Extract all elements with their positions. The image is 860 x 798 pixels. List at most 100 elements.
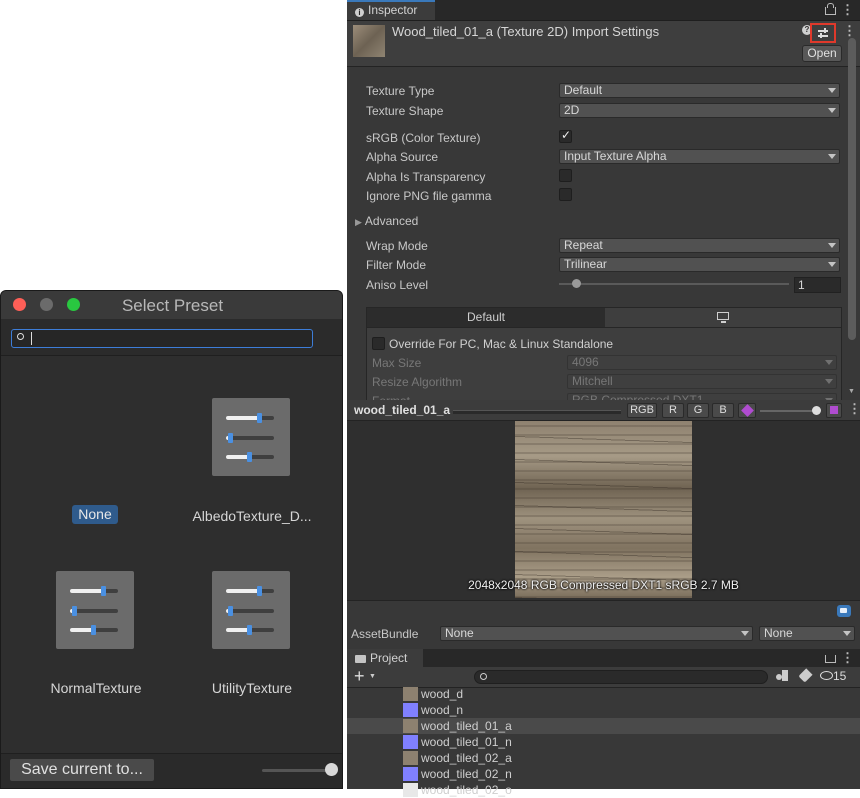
aniso-level-slider[interactable] [559,283,789,285]
texture-info: 2048x2048 RGB Compressed DXT1 sRGB 2.7 M… [468,578,739,592]
project-asset-row[interactable]: wood_tiled_02_o [347,782,860,798]
chevron-down-icon [828,262,836,267]
texture-type-dropdown[interactable]: Default [559,83,840,98]
texture-thumbnail-icon [403,783,418,797]
normal-map-thumbnail-icon [403,735,418,749]
checkmark-icon: ✓ [561,128,572,142]
preset-item-utility[interactable]: UtilityTexture [182,569,322,699]
project-asset-row[interactable]: wood_tiled_01_n [347,734,860,750]
texture-type-label: Texture Type [366,84,435,98]
preset-search-input[interactable] [11,329,313,348]
hidden-packages-toggle[interactable]: 15 [820,669,846,683]
label-tag-icon[interactable] [837,605,851,617]
tab-project[interactable]: Project [347,649,423,667]
preset-albedo-label: AlbedoTexture_D... [192,508,312,524]
create-plus-icon[interactable]: + [354,666,365,687]
header-menu-icon[interactable]: ⋮ [843,23,856,39]
mip-level-icon[interactable] [826,403,842,418]
lock-icon[interactable] [825,7,836,15]
icon-size-slider-knob[interactable] [325,763,338,776]
channel-g-button[interactable]: G [687,403,709,418]
project-search-input[interactable] [474,670,768,684]
chevron-down-icon [828,243,836,248]
project-asset-row[interactable]: wood_tiled_01_a [347,718,860,734]
filter-mode-dropdown[interactable]: Trilinear [559,257,840,272]
override-checkbox[interactable] [372,337,385,350]
alpha-source-dropdown[interactable]: Input Texture Alpha [559,149,840,164]
channel-rgb-button[interactable]: RGB [627,403,657,418]
alpha-is-transparency-label: Alpha Is Transparency [366,170,486,184]
normal-map-thumbnail-icon [403,767,418,781]
alpha-source-label: Alpha Source [366,150,439,164]
aniso-level-slider-knob[interactable] [572,279,581,288]
tab-default[interactable]: Default [367,308,605,327]
eye-slash-icon [820,671,833,680]
preset-item-none[interactable]: None [72,505,118,524]
mip-slider-knob[interactable] [812,406,821,415]
project-asset-row[interactable]: wood_tiled_02_n [347,766,860,782]
icon-size-slider[interactable] [262,769,330,772]
texture-shape-dropdown[interactable]: 2D [559,103,840,118]
kebab-menu-icon[interactable]: ⋮ [841,2,854,18]
scroll-down-icon[interactable]: ▼ [848,388,855,395]
preset-sliders-icon [56,571,134,649]
filter-by-label-icon[interactable] [798,668,813,683]
hidden-count: 15 [833,669,847,683]
tab-standalone[interactable] [605,308,841,327]
wrap-mode-value: Repeat [564,238,603,252]
texture-thumbnail-icon [403,719,418,733]
chevron-down-icon [741,631,749,636]
wrap-mode-label: Wrap Mode [366,239,428,253]
project-asset-name: wood_tiled_02_n [421,767,512,781]
filter-mode-value: Trilinear [564,257,607,271]
preset-search-bar [1,319,342,356]
chevron-down-icon [828,108,836,113]
preview-menu-icon[interactable]: ⋮ [848,401,860,417]
project-asset-row[interactable]: wood_n [347,702,860,718]
save-current-button[interactable]: Save current to... [9,758,155,782]
tab-inspector[interactable]: i Inspector [347,0,435,20]
import-settings-title: Wood_tiled_01_a (Texture 2D) Import Sett… [392,24,660,39]
srgb-checkbox[interactable]: ✓ [559,128,572,143]
preview-panel: wood_tiled_01_a RGB R G B ⋮ 2048x2048 RG… [347,400,860,600]
ignore-png-gamma-checkbox[interactable] [559,188,572,201]
asset-bundle-dropdown[interactable]: None [440,626,753,641]
resize-algorithm-dropdown[interactable]: Mitchell [567,374,837,389]
preset-item-albedo[interactable]: AlbedoTexture_D... [182,396,322,526]
advanced-foldout[interactable]: ▶ Advanced [355,214,418,228]
asset-bundle-variant-dropdown[interactable]: None [759,626,855,641]
select-preset-window: Select Preset None AlbedoTexture_D... No… [0,290,343,789]
open-button[interactable]: Open [802,45,842,62]
resize-algorithm-value: Mitchell [572,374,613,388]
override-label: Override For PC, Mac & Linux Standalone [389,337,614,351]
max-size-dropdown[interactable]: 4096 [567,355,837,370]
alpha-toggle-icon[interactable] [738,403,756,418]
preset-item-normal[interactable]: NormalTexture [26,569,166,699]
project-asset-row[interactable]: wood_tiled_02_a [347,750,860,766]
chevron-down-icon [828,88,836,93]
project-asset-row[interactable]: wood_d [347,686,860,702]
inspector-scrollbar[interactable] [848,38,856,340]
chevron-down-icon[interactable]: ▼ [369,673,376,680]
channel-r-button[interactable]: R [662,403,684,418]
alpha-is-transparency-checkbox[interactable] [559,169,572,182]
project-panel: Project ⋮ + ▼ 15 wood_d wood_n wood_tiled_… [347,649,860,797]
preset-sliders-icon [212,571,290,649]
preset-sliders-icon [212,398,290,476]
advanced-label: Advanced [364,214,419,228]
kebab-menu-icon[interactable]: ⋮ [841,650,854,666]
preview-toolbar: wood_tiled_01_a RGB R G B ⋮ [347,400,860,421]
project-asset-name: wood_tiled_02_o [421,783,512,797]
platform-settings: Override For PC, Mac & Linux Standalone … [366,328,842,408]
mip-slider[interactable] [760,410,818,412]
channel-b-button[interactable]: B [712,403,734,418]
preview-name: wood_tiled_01_a [354,403,451,417]
aniso-level-input[interactable]: 1 [794,277,841,293]
lock-icon[interactable] [825,655,836,663]
filter-by-type-icon[interactable] [776,670,789,683]
preview-splitter[interactable] [453,410,621,414]
wrap-mode-dropdown[interactable]: Repeat [559,238,840,253]
presets-icon[interactable] [810,23,836,43]
monitor-stand [721,321,726,323]
tab-inspector-label: Inspector [368,3,418,17]
